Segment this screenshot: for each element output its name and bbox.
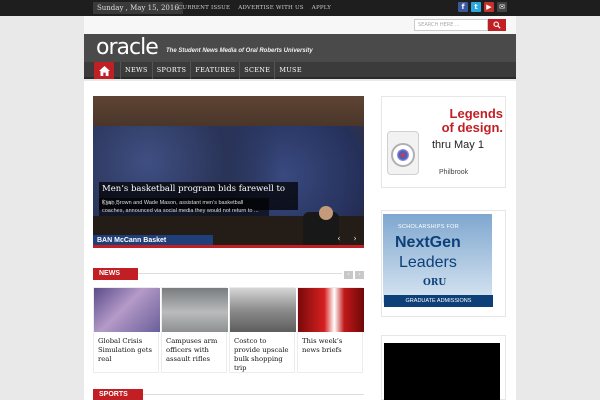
- news-next-button[interactable]: ›: [355, 271, 364, 279]
- main-nav: NEWS SPORTS FEATURES SCENE MUSE: [84, 62, 516, 79]
- slider-accent-bar: [93, 245, 364, 248]
- video-placeholder[interactable]: [384, 343, 500, 400]
- current-date: Sunday , May 15, 2016: [93, 2, 183, 14]
- slider-caption: Men’s basketball program bids farewell t…: [93, 178, 298, 226]
- search-button[interactable]: [488, 19, 506, 31]
- top-link-apply[interactable]: APPLY: [312, 3, 331, 13]
- news-card-image: [94, 288, 160, 332]
- nav-item-scene[interactable]: SCENE: [239, 62, 274, 79]
- ad-brand: Philbrook: [439, 169, 469, 176]
- featured-slider[interactable]: BAN McCann Basket Men’s basketball progr…: [93, 96, 364, 247]
- watch-dial: [397, 149, 409, 161]
- news-card-title[interactable]: Campuses arm officers with assault rifle…: [166, 337, 226, 364]
- nav-item-features[interactable]: FEATURES: [190, 62, 239, 79]
- home-button[interactable]: [94, 62, 114, 79]
- divider: [138, 273, 342, 274]
- nav-items: NEWS SPORTS FEATURES SCENE MUSE: [120, 62, 306, 79]
- ad-headline-line1: Legends: [449, 106, 503, 121]
- social-icons: f t ▶ ✉: [458, 2, 507, 12]
- ad-top-text: SCHOLARSHIPS FOR: [398, 224, 460, 230]
- ad-video[interactable]: [381, 335, 506, 400]
- top-link-advertise[interactable]: ADVERTISE WITH US: [238, 3, 304, 13]
- ad-date: thru May 1: [432, 139, 484, 151]
- search-form: SEARCH HERE ...: [414, 19, 506, 31]
- top-links: CURRENT ISSUE ADVERTISE WITH US APPLY: [178, 3, 331, 13]
- youtube-icon[interactable]: ▶: [484, 2, 494, 12]
- search-icon: [493, 21, 501, 29]
- ad-line2: Leaders: [399, 254, 457, 271]
- ad-org: ORU: [423, 278, 447, 288]
- divider: [143, 394, 364, 395]
- top-link-current-issue[interactable]: CURRENT ISSUE: [178, 3, 230, 13]
- masthead: oracle The Student News Media of Oral Ro…: [84, 34, 516, 62]
- site-tagline: The Student News Media of Oral Roberts U…: [166, 48, 313, 54]
- slider-excerpt: Kyan Brown and Wade Mason, assistant men…: [99, 198, 269, 216]
- news-card-image: [298, 288, 364, 332]
- news-card-image: [162, 288, 228, 332]
- ad-philbrook[interactable]: Legends of design. thru May 1 Philbrook: [381, 96, 506, 188]
- twitter-icon[interactable]: t: [471, 2, 481, 12]
- news-card[interactable]: This week’s news briefs: [297, 287, 364, 373]
- nav-item-muse[interactable]: MUSE: [274, 62, 306, 79]
- news-card[interactable]: Global Crisis Simulation gets real: [93, 287, 160, 373]
- ad-line1: NextGen: [395, 234, 461, 251]
- nav-item-sports[interactable]: SPORTS: [151, 62, 191, 79]
- news-card[interactable]: Campuses arm officers with assault rifle…: [161, 287, 228, 373]
- news-card-title[interactable]: This week’s news briefs: [302, 337, 362, 355]
- ad-headline: Legends of design.: [419, 107, 503, 135]
- email-icon[interactable]: ✉: [497, 2, 507, 12]
- site-logo[interactable]: oracle: [96, 34, 159, 62]
- news-section-heading[interactable]: NEWS: [93, 268, 138, 280]
- slider-next-button[interactable]: ›: [350, 234, 360, 244]
- search-input[interactable]: SEARCH HERE ...: [414, 19, 488, 31]
- slider-person-head: [319, 206, 333, 220]
- news-card-title[interactable]: Global Crisis Simulation gets real: [98, 337, 158, 364]
- news-prev-button[interactable]: ‹: [344, 271, 353, 279]
- news-card-image: [230, 288, 296, 332]
- nav-item-news[interactable]: NEWS: [120, 62, 152, 79]
- top-bar: Sunday , May 15, 2016 CURRENT ISSUE ADVE…: [0, 0, 600, 16]
- ad-background: SCHOLARSHIPS FOR NextGen Leaders ORU GRA…: [383, 214, 493, 307]
- home-icon: [98, 65, 110, 76]
- ad-oru-graduate[interactable]: SCHOLARSHIPS FOR NextGen Leaders ORU GRA…: [381, 210, 506, 317]
- slider-prev-button[interactable]: ‹: [334, 234, 344, 244]
- ad-headline-line2: of design.: [441, 120, 503, 135]
- sports-section-heading[interactable]: SPORTS: [93, 389, 143, 400]
- news-card[interactable]: Costco to provide upscale bulk shopping …: [229, 287, 296, 373]
- ad-footer: GRADUATE ADMISSIONS: [384, 295, 493, 307]
- facebook-icon[interactable]: f: [458, 2, 468, 12]
- news-card-title[interactable]: Costco to provide upscale bulk shopping …: [234, 337, 294, 373]
